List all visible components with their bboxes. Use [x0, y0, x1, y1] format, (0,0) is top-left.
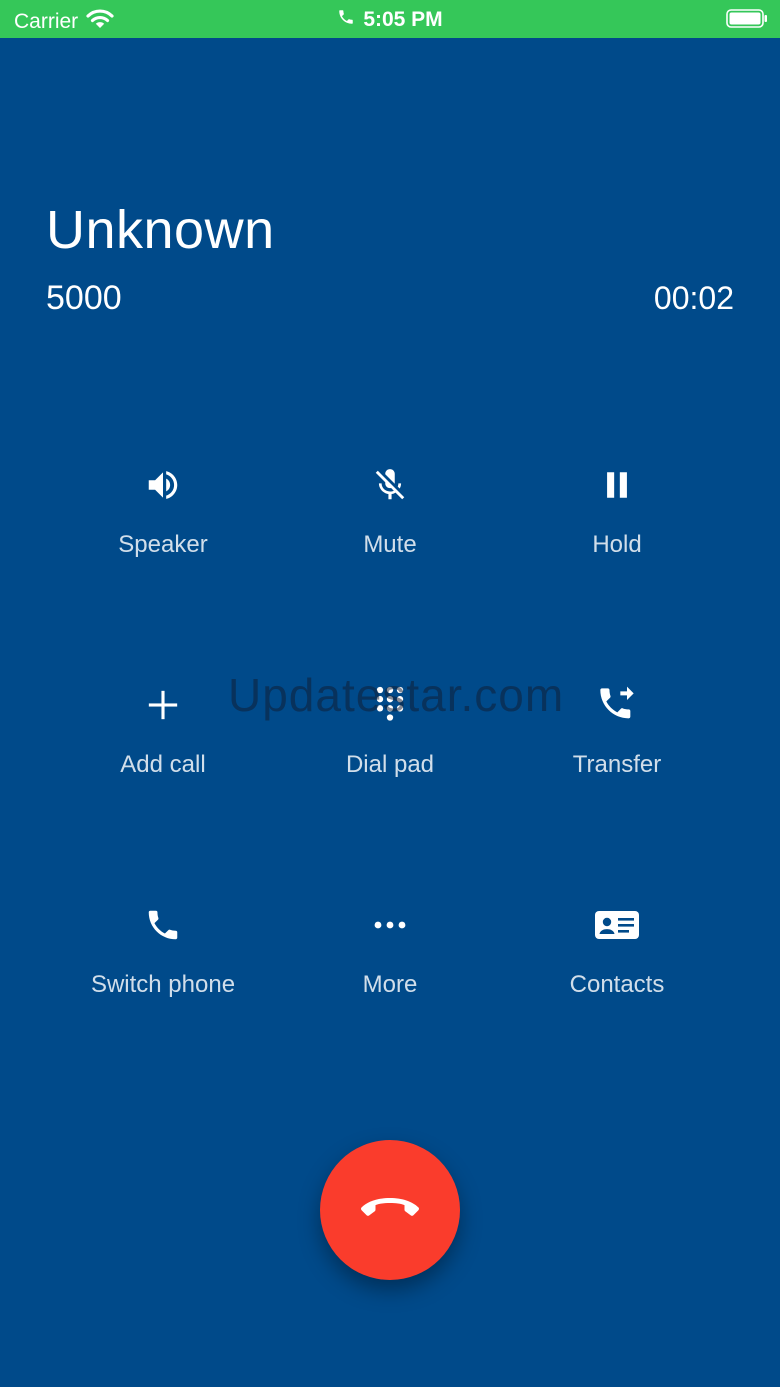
- more-horizontal-icon: [360, 895, 420, 955]
- speaker-button[interactable]: Speaker: [50, 455, 276, 675]
- more-label: More: [362, 971, 418, 998]
- speaker-label: Speaker: [118, 531, 208, 558]
- mute-button[interactable]: Mute: [276, 455, 504, 675]
- speaker-icon: [133, 455, 193, 515]
- contacts-button[interactable]: Contacts: [504, 895, 730, 1115]
- clock-time: 5:05 PM: [363, 8, 443, 31]
- more-button[interactable]: More: [276, 895, 504, 1115]
- phone-forward-icon: [587, 675, 647, 735]
- plus-icon: [133, 675, 193, 735]
- contact-card-icon: [587, 895, 647, 955]
- dial-pad-button[interactable]: Dial pad: [276, 675, 504, 895]
- status-time-group: 5:05 PM: [0, 8, 780, 32]
- switch-phone-button[interactable]: Switch phone: [50, 895, 276, 1115]
- battery-icon: [726, 9, 768, 28]
- status-bar: Carrier 5:05 PM: [0, 0, 780, 38]
- caller-number: 5000: [46, 279, 122, 317]
- caller-name: Unknown: [46, 200, 275, 260]
- end-call-button[interactable]: [320, 1140, 460, 1280]
- call-duration: 00:02: [653, 280, 734, 316]
- call-controls: Speaker Mute Hold Add call Dial pad Tran…: [50, 455, 730, 1115]
- switch-phone-label: Switch phone: [90, 971, 236, 998]
- phone-icon: [337, 8, 355, 32]
- dialpad-icon: [360, 675, 420, 735]
- hold-button[interactable]: Hold: [504, 455, 730, 675]
- transfer-label: Transfer: [572, 751, 662, 778]
- dial-pad-label: Dial pad: [345, 751, 435, 778]
- add-call-label: Add call: [120, 751, 206, 778]
- phone-icon: [133, 895, 193, 955]
- pause-icon: [587, 455, 647, 515]
- hold-label: Hold: [592, 531, 642, 558]
- mic-off-icon: [360, 455, 420, 515]
- transfer-button[interactable]: Transfer: [504, 675, 730, 895]
- add-call-button[interactable]: Add call: [50, 675, 276, 895]
- contacts-label: Contacts: [569, 971, 665, 998]
- hang-up-icon: [359, 1195, 421, 1226]
- mute-label: Mute: [363, 531, 417, 558]
